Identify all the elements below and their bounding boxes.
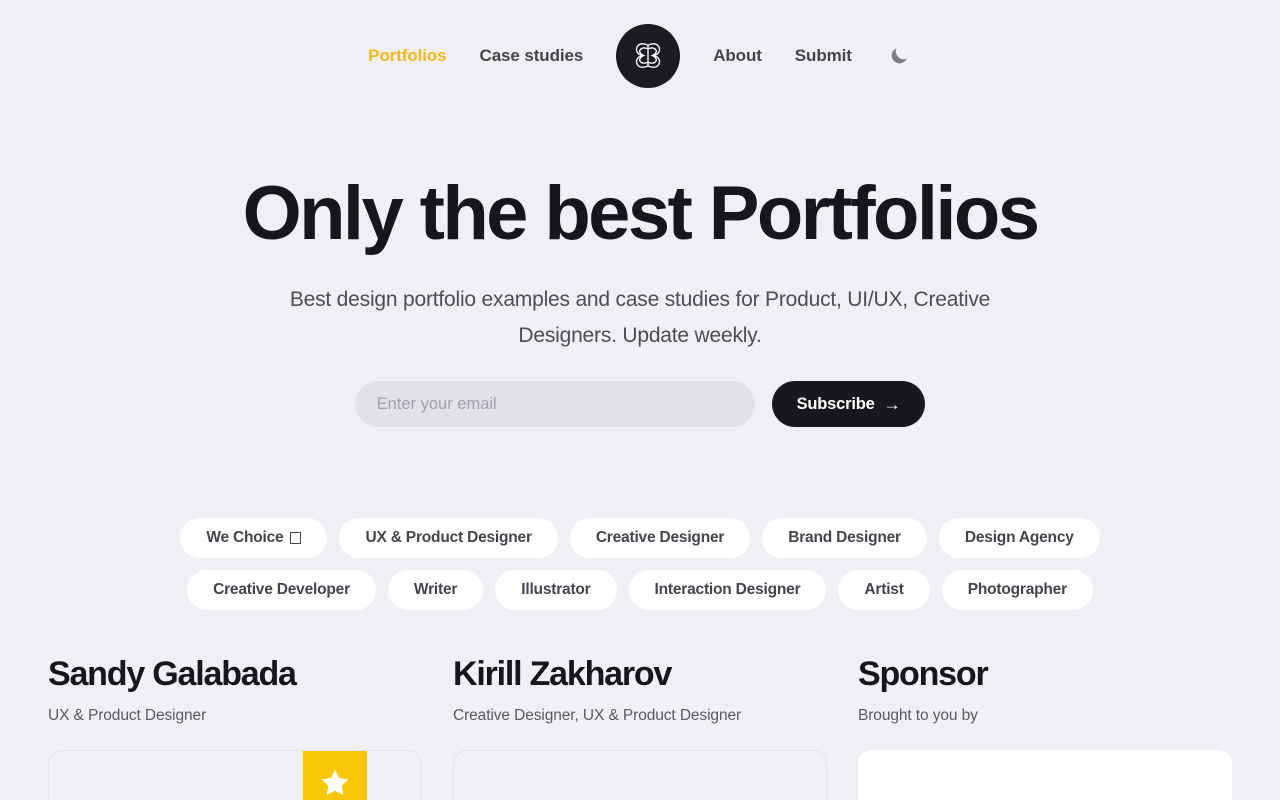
- arrow-right-icon: →: [883, 394, 901, 414]
- filter-chip-label: Interaction Designer: [654, 581, 801, 598]
- filter-chip-creative-developer[interactable]: Creative Developer: [187, 570, 376, 610]
- card-thumbnail[interactable]: [48, 750, 422, 800]
- featured-badge: [303, 751, 367, 800]
- filter-chip-label: Creative Developer: [213, 581, 350, 598]
- filter-chip-illustrator[interactable]: Illustrator: [495, 570, 617, 610]
- bb-monogram-icon: [635, 43, 661, 68]
- hero-section: Only the best Portfolios Best design por…: [0, 172, 1280, 427]
- filter-chip-label: We Choice: [206, 529, 284, 546]
- portfolio-card[interactable]: Kirill Zakharov Creative Designer, UX & …: [453, 654, 827, 800]
- filter-chip-label: Artist: [864, 581, 904, 598]
- subscribe-form: Subscribe →: [0, 381, 1280, 427]
- filter-chip-label: Design Agency: [964, 529, 1074, 546]
- filter-chip-label: Brand Designer: [788, 529, 901, 546]
- nav-links-left: Portfolios Case studies: [368, 46, 583, 66]
- filter-chip-writer[interactable]: Writer: [387, 570, 484, 610]
- card-role: Brought to you by: [858, 707, 978, 724]
- nav-links-right: About Submit: [713, 43, 912, 69]
- filter-chip-label: Photographer: [967, 581, 1067, 598]
- filter-chip-creative-designer[interactable]: Creative Designer: [569, 518, 751, 558]
- nav-item-submit[interactable]: Submit: [795, 46, 852, 66]
- subscribe-button[interactable]: Subscribe →: [771, 381, 926, 427]
- hero-subtitle: Best design portfolio examples and case …: [289, 288, 991, 347]
- sponsor-thumbnail[interactable]: [858, 750, 1232, 800]
- sponsor-card[interactable]: Sponsor Brought to you by: [858, 654, 1232, 800]
- filter-chip-design-agency[interactable]: Design Agency: [938, 518, 1100, 558]
- filter-chip-label: Creative Designer: [595, 529, 725, 546]
- filter-chip-ux-product-designer[interactable]: UX & Product Designer: [339, 518, 558, 558]
- nav-item-case-studies[interactable]: Case studies: [480, 46, 584, 66]
- card-role: UX & Product Designer: [48, 707, 207, 724]
- filter-chip-label: Writer: [413, 581, 458, 598]
- portfolio-card[interactable]: Sandy Galabada UX & Product Designer: [48, 654, 422, 800]
- filter-chip-photographer[interactable]: Photographer: [941, 570, 1093, 610]
- main-navigation: Portfolios Case studies About Submit: [0, 0, 1280, 112]
- star-icon: [321, 769, 349, 796]
- nav-item-portfolios[interactable]: Portfolios: [368, 46, 446, 66]
- card-title: Sandy Galabada: [48, 655, 297, 693]
- email-input[interactable]: [354, 381, 755, 427]
- filter-chip-brand-designer[interactable]: Brand Designer: [762, 518, 927, 558]
- filter-chip-interaction-designer[interactable]: Interaction Designer: [628, 570, 827, 610]
- card-role: Creative Designer, UX & Product Designer: [453, 707, 742, 724]
- subscribe-button-label: Subscribe: [796, 394, 875, 413]
- filter-chip-artist[interactable]: Artist: [838, 570, 930, 610]
- page-title: Only the best Portfolios: [242, 171, 1040, 256]
- filter-chip-label: Illustrator: [521, 581, 591, 598]
- card-title: Kirill Zakharov: [453, 655, 672, 693]
- filter-chip-we-choice[interactable]: We Choice: [180, 518, 328, 558]
- card-thumbnail[interactable]: [453, 750, 827, 800]
- filter-chip-list: We Choice UX & Product Designer Creative…: [0, 518, 1280, 610]
- portfolio-card-grid: Sandy Galabada UX & Product Designer Kir…: [0, 654, 1280, 800]
- tofu-glyph-icon: [290, 532, 302, 544]
- filter-chip-label: UX & Product Designer: [365, 529, 532, 546]
- moon-icon: [891, 48, 907, 64]
- theme-toggle-button[interactable]: [886, 43, 912, 69]
- site-logo[interactable]: [616, 24, 681, 88]
- card-title: Sponsor: [858, 655, 989, 693]
- nav-item-about[interactable]: About: [713, 46, 762, 66]
